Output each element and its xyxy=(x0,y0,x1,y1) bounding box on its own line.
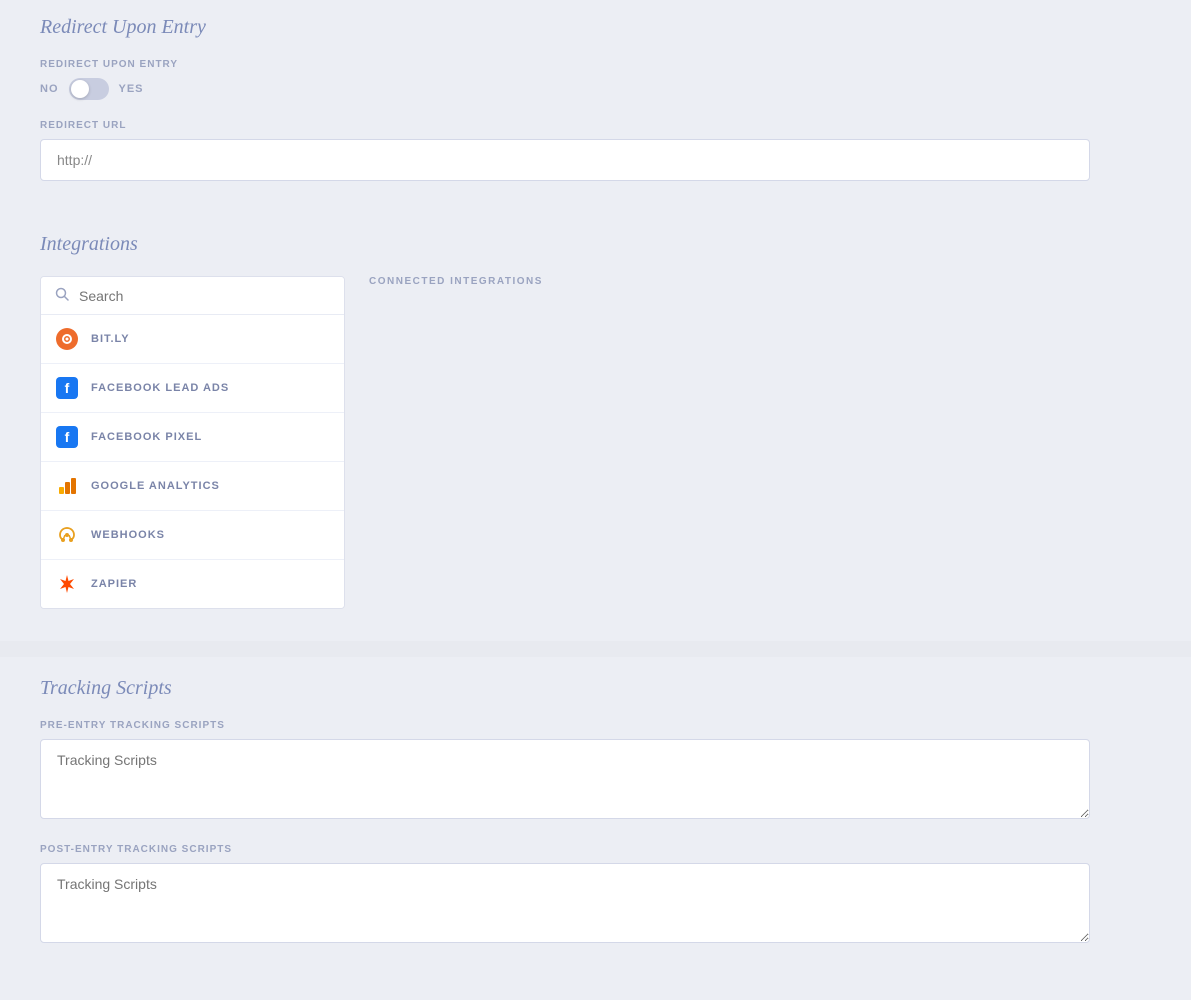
integrations-section: Integrations xyxy=(0,213,1191,641)
integration-name-zapier: ZAPIER xyxy=(91,578,137,590)
facebook-pixel-icon: f xyxy=(55,425,79,449)
redirect-title: Redirect Upon Entry xyxy=(40,16,1151,39)
integration-search-input[interactable] xyxy=(79,288,330,304)
bitly-icon xyxy=(55,327,79,351)
facebook-lead-ads-icon: f xyxy=(55,376,79,400)
connected-integrations-label: CONNECTED INTEGRATIONS xyxy=(369,276,1151,287)
integration-name-fb-lead-ads: FACEBOOK LEAD ADS xyxy=(91,382,229,394)
integration-item-webhooks[interactable]: WEBHOOKS xyxy=(41,511,344,560)
integration-item-bitly[interactable]: BIT.LY xyxy=(41,315,344,364)
redirect-section: Redirect Upon Entry REDIRECT UPON ENTRY … xyxy=(0,0,1191,213)
toggle-thumb xyxy=(71,80,89,98)
redirect-field-label: REDIRECT UPON ENTRY xyxy=(40,59,1151,70)
connected-panel: CONNECTED INTEGRATIONS xyxy=(345,276,1151,609)
integrations-title: Integrations xyxy=(40,233,1151,256)
post-entry-tracking-input[interactable] xyxy=(40,863,1090,943)
tracking-section: Tracking Scripts PRE-ENTRY TRACKING SCRI… xyxy=(0,657,1191,1000)
integration-name-webhooks: WEBHOOKS xyxy=(91,529,165,541)
integration-name-bitly: BIT.LY xyxy=(91,333,130,345)
webhooks-icon xyxy=(55,523,79,547)
toggle-no-label: NO xyxy=(40,83,59,95)
redirect-toggle[interactable] xyxy=(69,78,109,100)
post-entry-label: POST-ENTRY TRACKING SCRIPTS xyxy=(40,844,1151,855)
toggle-row: NO YES xyxy=(40,78,1151,100)
google-analytics-icon xyxy=(55,474,79,498)
integration-name-fb-pixel: FACEBOOK PIXEL xyxy=(91,431,202,443)
tracking-title: Tracking Scripts xyxy=(40,677,1151,700)
integration-item-zapier[interactable]: ZAPIER xyxy=(41,560,344,608)
page-wrapper: Redirect Upon Entry REDIRECT UPON ENTRY … xyxy=(0,0,1191,1000)
redirect-url-input[interactable] xyxy=(40,139,1090,181)
integration-name-google-analytics: GOOGLE ANALYTICS xyxy=(91,480,220,492)
search-row xyxy=(41,277,344,315)
toggle-yes-label: YES xyxy=(119,83,144,95)
pre-entry-tracking-input[interactable] xyxy=(40,739,1090,819)
integration-item-fb-pixel[interactable]: f FACEBOOK PIXEL xyxy=(41,413,344,462)
redirect-url-label: REDIRECT URL xyxy=(40,120,1151,131)
integration-item-google-analytics[interactable]: GOOGLE ANALYTICS xyxy=(41,462,344,511)
integrations-body: BIT.LY f FACEBOOK LEAD ADS f FACEBOOK PI… xyxy=(40,276,1151,609)
zapier-icon xyxy=(55,572,79,596)
integrations-list: BIT.LY f FACEBOOK LEAD ADS f FACEBOOK PI… xyxy=(40,276,345,609)
search-icon xyxy=(55,287,69,304)
pre-entry-label: PRE-ENTRY TRACKING SCRIPTS xyxy=(40,720,1151,731)
integration-item-fb-lead-ads[interactable]: f FACEBOOK LEAD ADS xyxy=(41,364,344,413)
